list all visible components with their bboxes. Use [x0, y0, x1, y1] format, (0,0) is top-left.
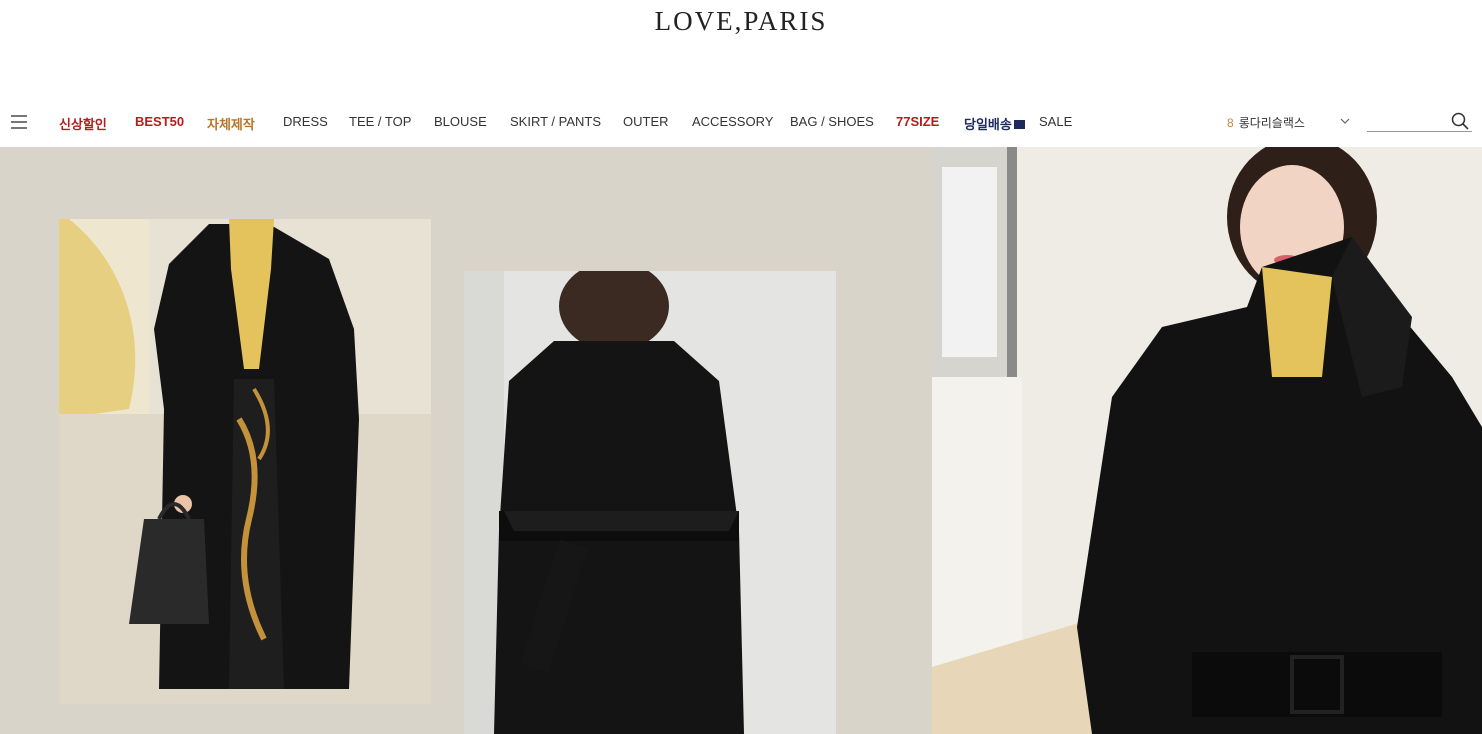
nav-item-outer[interactable]: OUTER — [623, 114, 669, 129]
search-icon[interactable] — [1451, 112, 1469, 130]
chevron-down-icon[interactable] — [1340, 116, 1350, 126]
nav-item-same-day[interactable]: 당일배송 — [964, 114, 1025, 133]
banner-photo-back-view[interactable] — [464, 271, 836, 734]
main-nav: 신상할인 BEST50 자체제작 DRESS TEE / TOP BLOUSE … — [0, 108, 1482, 138]
nav-item-bag-shoes[interactable]: BAG / SHOES — [790, 114, 874, 129]
nav-item-best50[interactable]: BEST50 — [135, 114, 184, 129]
nav-item-77size[interactable]: 77SIZE — [896, 114, 939, 129]
site-logo[interactable]: LOVE,PARIS — [0, 6, 1482, 37]
nav-item-own-made[interactable]: 자체제작 — [207, 114, 255, 133]
nav-item-dress[interactable]: DRESS — [283, 114, 328, 129]
nav-item-accessory[interactable]: ACCESSORY — [692, 114, 773, 129]
banner-photo-front-view[interactable] — [59, 219, 431, 704]
search-input[interactable] — [1367, 110, 1447, 131]
truck-icon — [1013, 120, 1025, 129]
banner-photo-closeup[interactable] — [932, 147, 1482, 734]
trending-keyword[interactable]: 8 롱다리슬랙스 — [1227, 114, 1305, 131]
nav-item-new-sale[interactable]: 신상할인 — [59, 114, 107, 133]
nav-item-tee-top[interactable]: TEE / TOP — [349, 114, 411, 129]
trending-text: 롱다리슬랙스 — [1238, 116, 1305, 130]
nav-item-same-day-label: 당일배송 — [964, 117, 1012, 132]
trending-rank: 8 — [1227, 116, 1234, 130]
nav-item-skirt-pants[interactable]: SKIRT / PANTS — [510, 114, 601, 129]
site-header: LOVE,PARIS 신상할인 BEST50 자체제작 DRESS TEE / … — [0, 0, 1482, 147]
nav-item-sale[interactable]: SALE — [1039, 114, 1072, 129]
nav-item-blouse[interactable]: BLOUSE — [434, 114, 487, 129]
hamburger-icon[interactable] — [11, 115, 27, 129]
